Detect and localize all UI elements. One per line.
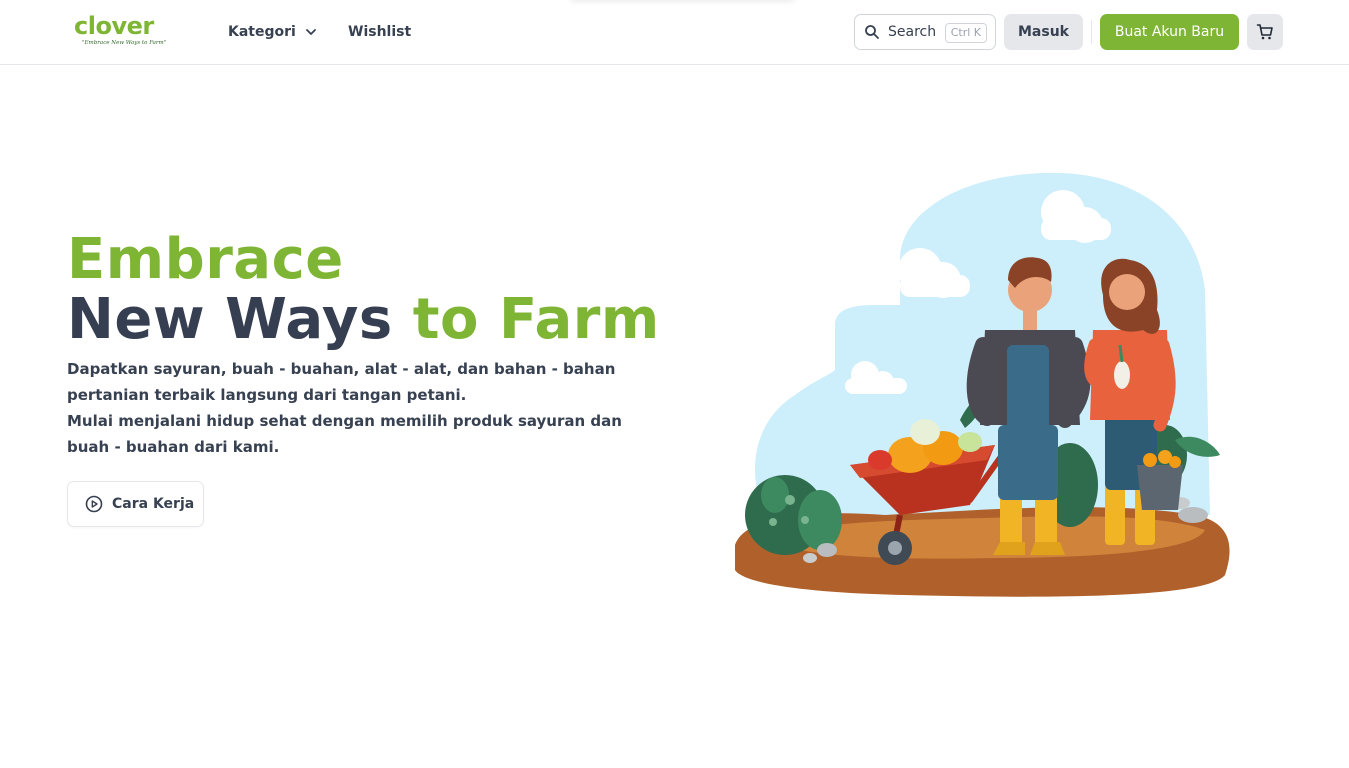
hero-desc-line4: buah - buahan dari kami. <box>67 438 280 456</box>
play-circle-icon <box>85 495 103 513</box>
hero-desc-line1: Dapatkan sayuran, buah - buahan, alat - … <box>67 360 616 378</box>
logo-wordmark: clover <box>74 12 154 40</box>
hero-title-dark: New Ways <box>67 287 393 352</box>
cara-kerja-label: Cara Kerja <box>112 496 195 512</box>
cart-button[interactable] <box>1247 14 1283 50</box>
login-button[interactable]: Masuk <box>1004 14 1083 50</box>
logo-tagline: "Embrace New Ways to Farm" <box>82 40 167 46</box>
hero-title: Embrace New Ways to Farm <box>67 230 660 350</box>
nav-kategori-label: Kategori <box>228 24 296 40</box>
nav-wishlist-link[interactable]: Wishlist <box>348 22 411 42</box>
hero-description: Dapatkan sayuran, buah - buahan, alat - … <box>67 356 627 460</box>
register-button[interactable]: Buat Akun Baru <box>1100 14 1239 50</box>
hero-desc-line2: pertanian terbaik langsung dari tangan p… <box>67 386 467 404</box>
search-icon <box>865 25 879 39</box>
nav-kategori-dropdown[interactable]: Kategori <box>228 22 318 42</box>
logo[interactable]: clover "Embrace New Ways to Farm" <box>74 12 170 52</box>
cart-icon <box>1256 24 1273 40</box>
cara-kerja-button[interactable]: Cara Kerja <box>67 481 204 527</box>
search-label: Search <box>888 24 937 40</box>
login-button-label: Masuk <box>1018 24 1069 40</box>
hero-desc-line3: Mulai menjalani hidup sehat dengan memil… <box>67 412 622 430</box>
nav-wishlist-label: Wishlist <box>348 24 412 40</box>
hero-title-line1: Embrace <box>67 227 344 292</box>
register-button-label: Buat Akun Baru <box>1114 24 1225 40</box>
chevron-down-icon <box>305 29 316 35</box>
hero-illustration <box>735 172 1230 597</box>
search-shortcut-badge: Ctrl K <box>944 23 987 43</box>
hero-title-green: to Farm <box>412 287 660 352</box>
nav-divider <box>1091 20 1092 44</box>
search-button[interactable]: Search Ctrl K <box>854 14 996 50</box>
navbar: clover "Embrace New Ways to Farm" Katego… <box>0 0 1349 65</box>
